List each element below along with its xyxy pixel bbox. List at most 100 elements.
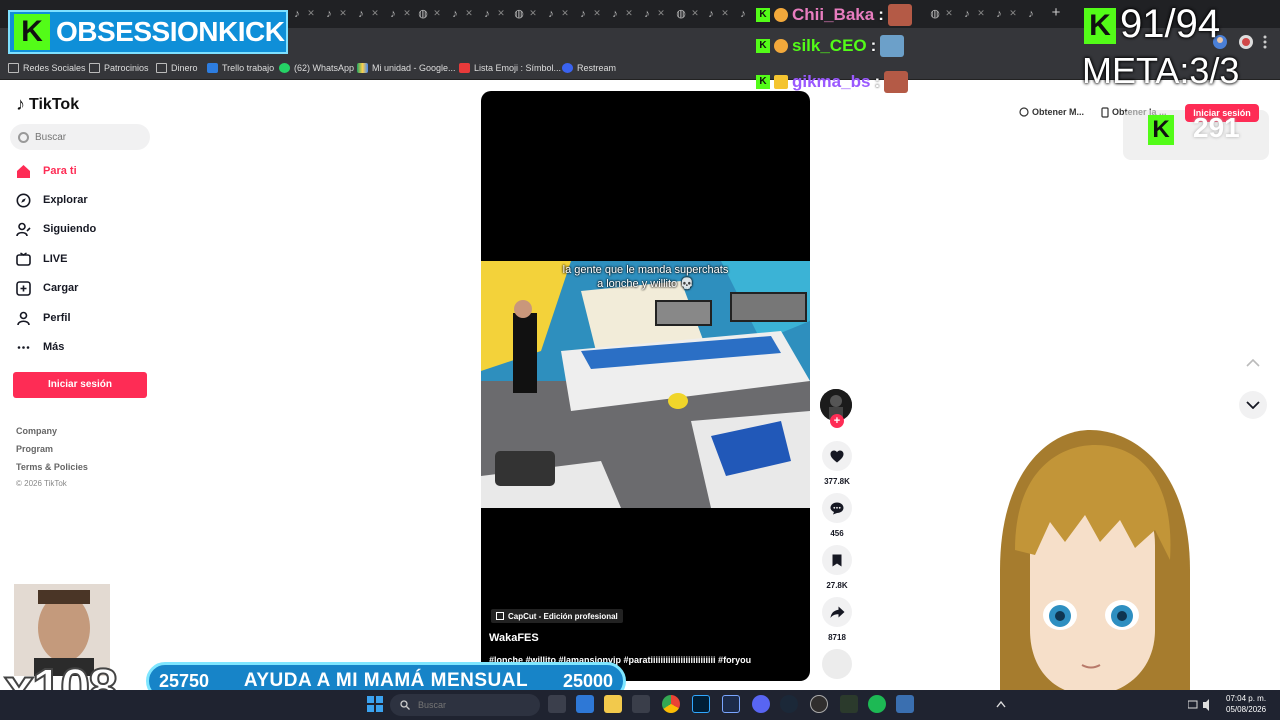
tiktok-tab-icon[interactable]: ♪ <box>290 7 304 21</box>
bookmark-whatsapp[interactable]: (62) WhatsApp <box>279 61 354 75</box>
chrome-icon[interactable] <box>662 695 680 713</box>
close-tab-icon[interactable]: ✕ <box>464 6 474 20</box>
close-tab-icon[interactable]: ✕ <box>720 6 730 20</box>
get-app-button[interactable]: Obtener M... <box>1019 103 1084 121</box>
windows-start-icon[interactable] <box>367 696 383 712</box>
tiktok-tab-icon[interactable]: ♪ <box>640 7 654 21</box>
bookmark-patrocinios[interactable]: Patrocinios <box>89 61 149 75</box>
close-tab-icon[interactable]: ✕ <box>402 6 412 20</box>
tiktok-tab-icon[interactable]: ♪ <box>576 7 590 21</box>
close-tab-icon[interactable]: ✕ <box>624 6 634 20</box>
task-view-icon[interactable] <box>548 695 566 713</box>
close-tab-icon[interactable]: ✕ <box>690 6 700 20</box>
goal-label: AYUDA A MI MAMÁ MENSUAL <box>243 670 529 691</box>
search-input[interactable] <box>35 131 135 143</box>
globe-tab-icon[interactable]: ◍ <box>512 7 526 21</box>
photoshop-icon[interactable] <box>692 695 710 713</box>
close-tab-icon[interactable]: ✕ <box>656 6 666 20</box>
tiktok-tab-icon[interactable]: ♪ <box>448 7 462 21</box>
follow-plus-icon[interactable]: + <box>830 414 844 428</box>
close-tab-icon[interactable]: ✕ <box>592 6 602 20</box>
system-clock[interactable]: 07:04 p. m. 05/08/2026 <box>1226 693 1266 715</box>
bookmark-emoji-list[interactable]: Lista Emoji : Símbol... <box>459 61 561 75</box>
bookmark-restream[interactable]: Restream <box>562 61 616 75</box>
close-tab-icon[interactable]: ✕ <box>496 6 506 20</box>
close-tab-icon[interactable]: ✕ <box>432 6 442 20</box>
previous-video-button[interactable] <box>1239 349 1267 377</box>
taskbar-search[interactable] <box>390 694 540 716</box>
close-tab-icon[interactable]: ✕ <box>1008 6 1018 20</box>
file-explorer-icon[interactable] <box>604 695 622 713</box>
excel-icon[interactable] <box>840 695 858 713</box>
discord-icon[interactable] <box>752 695 770 713</box>
close-tab-icon[interactable]: ✕ <box>560 6 570 20</box>
close-tab-icon[interactable]: ✕ <box>976 6 986 20</box>
tiktok-tab-icon[interactable]: ♪ <box>992 7 1006 21</box>
tiktok-tab-icon[interactable]: ♪ <box>704 7 718 21</box>
globe-tab-icon[interactable]: ◍ <box>416 7 430 21</box>
comment-button[interactable] <box>822 493 852 523</box>
close-tab-icon[interactable]: ✕ <box>370 6 380 20</box>
footer-company-link[interactable]: Company <box>16 426 57 436</box>
nav-cargar[interactable]: Cargar <box>16 277 78 299</box>
footer-program-link[interactable]: Program <box>16 444 53 454</box>
globe-tab-icon[interactable]: ◍ <box>928 7 942 21</box>
steam-icon[interactable] <box>780 695 798 713</box>
close-tab-icon[interactable]: ✕ <box>338 6 348 20</box>
kick-logo-icon: K <box>14 14 50 50</box>
next-video-button[interactable] <box>1239 391 1267 419</box>
footer-terms-link[interactable]: Terms & Policies <box>16 462 88 472</box>
tiktok-tab-icon[interactable]: ♪ <box>322 7 336 21</box>
globe-tab-icon[interactable]: ◍ <box>674 7 688 21</box>
video-author[interactable]: WakaFES <box>489 632 539 644</box>
nav-perfil[interactable]: Perfil <box>16 307 71 329</box>
close-tab-icon[interactable]: ✕ <box>528 6 538 20</box>
profile-avatar-icon[interactable] <box>1238 34 1254 50</box>
save-button[interactable] <box>822 545 852 575</box>
tray-chevron-icon[interactable] <box>996 700 1006 708</box>
trello-icon <box>207 63 218 73</box>
vegas-icon[interactable] <box>722 695 740 713</box>
video-frame <box>481 261 810 508</box>
nav-para-ti[interactable]: Para ti <box>16 160 77 182</box>
nav-siguiendo[interactable]: Siguiendo <box>16 218 96 240</box>
tiktok-tab-icon[interactable]: ♪ <box>608 7 622 21</box>
store-icon[interactable] <box>632 695 650 713</box>
bookmark-dinero[interactable]: Dinero <box>156 61 198 75</box>
close-tab-icon[interactable]: ✕ <box>944 6 954 20</box>
tiktok-tab-icon[interactable]: ♪ <box>1024 7 1038 21</box>
tiktok-tab-icon[interactable]: ♪ <box>480 7 494 21</box>
vscode-icon[interactable] <box>896 695 914 713</box>
bookmark-trello[interactable]: Trello trabajo <box>207 61 274 75</box>
nav-live[interactable]: LIVE <box>16 248 67 270</box>
tiktok-tab-icon[interactable]: ♪ <box>960 7 974 21</box>
bookmark-google-drive[interactable]: Mi unidad - Google... <box>357 61 456 75</box>
tiktok-tab-icon[interactable]: ♪ <box>386 7 400 21</box>
chevron-down-icon <box>1246 401 1260 409</box>
tray-icons[interactable] <box>1188 699 1218 711</box>
spotify-icon[interactable] <box>868 695 886 713</box>
obs-icon[interactable] <box>810 695 828 713</box>
tiktok-tab-icon[interactable]: ♪ <box>544 7 558 21</box>
search-box[interactable] <box>10 124 150 150</box>
new-tab-button[interactable]: + <box>1048 4 1064 22</box>
share-button[interactable] <box>822 597 852 627</box>
login-button[interactable]: Iniciar sesión <box>13 372 147 398</box>
capcut-badge[interactable]: CapCut - Edición profesional <box>491 609 623 623</box>
user-avatar <box>880 35 905 57</box>
close-tab-icon[interactable]: ✕ <box>306 6 316 20</box>
tiktok-tab-icon[interactable]: ♪ <box>354 7 368 21</box>
taskbar-search-input[interactable] <box>418 700 518 710</box>
music-disc-icon[interactable] <box>822 649 852 679</box>
search-icon <box>400 700 410 710</box>
nav-mas[interactable]: Más <box>16 336 64 358</box>
widgets-icon[interactable] <box>576 695 594 713</box>
tiktok-logo[interactable]: ♪ TikTok <box>16 94 79 115</box>
comment-count: 456 <box>830 529 844 538</box>
tiktok-tab-icon[interactable]: ♪ <box>736 7 750 21</box>
bookmark-redes-sociales[interactable]: Redes Sociales <box>8 61 86 75</box>
browser-menu-icon[interactable] <box>1260 34 1270 50</box>
like-button[interactable] <box>822 441 852 471</box>
video-player[interactable]: la gente que le manda superchats a lonch… <box>481 91 810 681</box>
nav-explorar[interactable]: Explorar <box>16 189 88 211</box>
